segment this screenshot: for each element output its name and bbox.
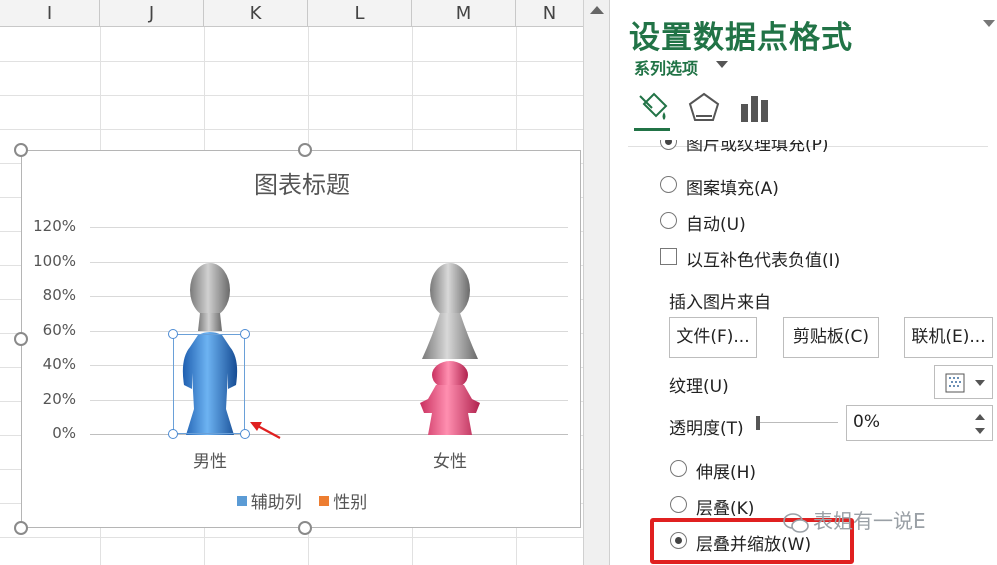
transparency-label: 透明度(T) [669,419,744,439]
column-header-k[interactable]: K [204,0,308,27]
row-gridline [0,129,583,130]
spin-up-icon[interactable] [975,414,985,420]
active-tab-indicator [634,128,670,131]
chart-resize-handle[interactable] [14,332,28,346]
clipboard-button[interactable]: 剪贴板(C) [783,317,879,358]
texture-label: 纹理(U) [669,377,729,397]
y-tick-label: 120% [33,217,76,235]
scroll-up-arrow-icon[interactable] [590,6,604,14]
online-button[interactable]: 联机(E)... [904,317,993,358]
pattern-fill-label: 图案填充(A) [686,179,779,199]
watermark: 表姐有一说E [783,505,926,534]
vertical-scrollbar[interactable] [583,0,610,565]
chevron-down-icon[interactable] [716,61,728,68]
transparency-slider-thumb[interactable] [756,416,760,430]
x-axis-line [90,434,568,435]
legend-label: 性别 [333,493,368,513]
y-gridline [90,400,568,401]
y-gridline [90,262,568,263]
y-tick-label: 0% [52,424,76,442]
spin-down-icon[interactable] [975,428,985,434]
watermark-text: 表姐有一说E [813,509,926,533]
chart-area[interactable]: 图表标题 120% 100% 80% 60% 40% 20% 0% 男性 女性 … [21,150,581,528]
row-gridline [0,95,583,96]
insert-picture-from-label: 插入图片来自 [669,293,771,313]
stretch-label: 伸展(H) [696,463,757,483]
spreadsheet-area[interactable]: I J K L M N 图表标题 120% 100% 80% 60% 40% 2… [0,0,583,565]
transparency-value[interactable]: 0% [853,412,880,432]
legend-label: 辅助列 [250,493,302,513]
wechat-icon [783,512,809,533]
legend-swatch [319,495,330,506]
female-figure-bar[interactable] [410,263,490,435]
effects-pentagon-icon[interactable] [686,90,722,126]
column-header-n[interactable]: N [516,0,583,27]
legend-item[interactable]: 性别 [319,488,367,513]
pattern-fill-radio[interactable] [660,176,677,193]
y-gridline [90,227,568,228]
column-header-row: I J K L M N [0,0,583,27]
texture-picker[interactable] [934,365,993,399]
row-gridline [0,537,583,538]
row-gridline [0,61,583,62]
selected-data-point[interactable] [173,334,245,434]
transparency-spinner[interactable]: 0% [846,405,993,441]
auto-fill-radio[interactable] [660,212,677,229]
chart-resize-handle[interactable] [14,143,28,157]
y-gridline [90,331,568,332]
pane-title: 设置数据点格式 [629,20,853,56]
invert-if-negative-checkbox[interactable] [660,248,677,265]
selection-handle[interactable] [168,429,178,439]
selection-handle[interactable] [168,329,178,339]
stack-radio[interactable] [670,496,687,513]
chart-title[interactable]: 图表标题 [22,165,582,200]
series-options-bar-icon[interactable] [737,90,773,126]
legend-swatch [236,495,247,506]
y-tick-label: 80% [42,286,76,304]
fill-line-icon[interactable] [634,90,670,126]
texture-swatch-icon [945,373,965,393]
chart-resize-handle[interactable] [298,143,312,157]
clipped-option-row: 图片或纹理填充(P) [660,140,960,155]
y-tick-label: 40% [42,355,76,373]
y-gridline [90,296,568,297]
x-category-label: 女性 [433,452,467,472]
picture-fill-label: 图片或纹理填充(P) [686,140,829,155]
chevron-down-icon [975,380,985,386]
chart-resize-handle[interactable] [14,521,28,535]
transparency-slider-track[interactable] [760,422,838,423]
file-button[interactable]: 文件(F)... [669,317,757,358]
chart-resize-handle[interactable] [298,521,312,535]
invert-if-negative-label: 以互补色代表负值(I) [686,251,841,271]
chart-legend[interactable]: 辅助列 性别 [22,488,582,513]
column-header-m[interactable]: M [412,0,516,27]
x-category-label: 男性 [193,452,227,472]
series-options-dropdown[interactable]: 系列选项 [634,55,698,79]
legend-item[interactable]: 辅助列 [236,488,302,513]
selection-handle[interactable] [240,329,250,339]
y-gridline [90,365,568,366]
y-tick-label: 20% [42,390,76,408]
column-header-i[interactable]: I [0,0,100,27]
red-arrow-icon [250,422,281,439]
y-tick-label: 100% [33,252,76,270]
stretch-radio[interactable] [670,460,687,477]
pane-options-dropdown-icon[interactable] [983,20,995,27]
column-header-j[interactable]: J [100,0,204,27]
auto-fill-label: 自动(U) [686,215,746,235]
stack-label: 层叠(K) [696,499,755,519]
y-tick-label: 60% [42,321,76,339]
column-header-l[interactable]: L [308,0,412,27]
format-data-point-pane: 设置数据点格式 系列选项 图片或纹理填充(P) 图案填充(A) 自动(U) 以互… [610,0,997,565]
picture-fill-radio[interactable] [660,140,677,150]
